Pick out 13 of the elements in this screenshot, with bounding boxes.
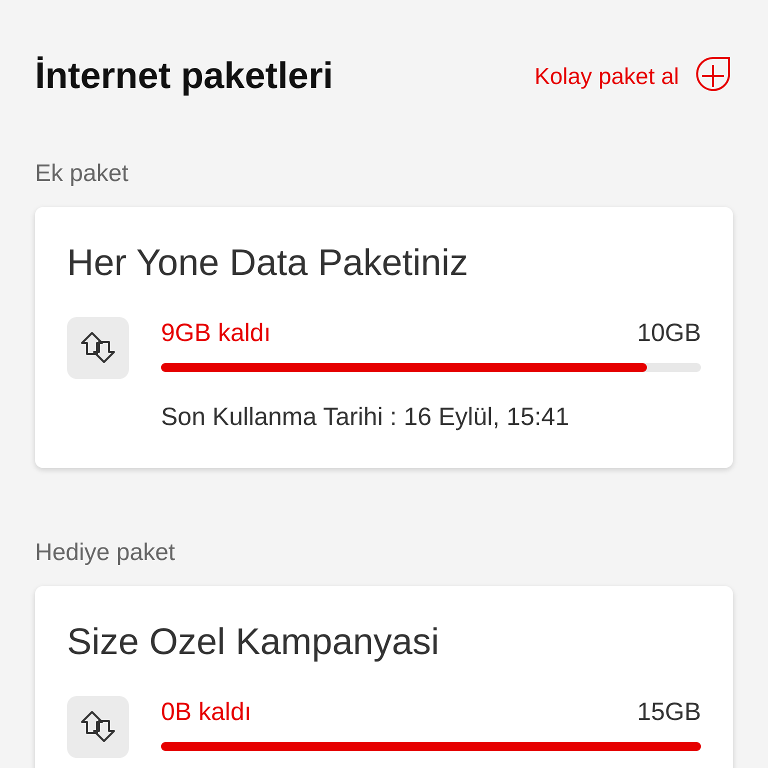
remaining-amount: 9GB kaldı (161, 318, 271, 349)
total-amount: 15GB (637, 697, 701, 728)
easy-package-link[interactable]: Kolay paket al (534, 56, 733, 96)
package-title: Her Yone Data Paketiniz (67, 241, 470, 285)
total-amount: 10GB (637, 318, 701, 349)
section-heading: Hediye paket (35, 538, 176, 568)
data-transfer-icon (67, 696, 129, 758)
page-title: İnternet paketleri (35, 54, 334, 98)
expiry-date: Son Kullanma Tarihi : 16 Eylül, 15:41 (161, 402, 570, 433)
data-transfer-icon (67, 317, 129, 379)
remaining-amount: 0B kaldı (161, 697, 252, 728)
section-heading: Ek paket (35, 159, 130, 189)
package-title: Size Ozel Kampanyasi (67, 620, 440, 664)
